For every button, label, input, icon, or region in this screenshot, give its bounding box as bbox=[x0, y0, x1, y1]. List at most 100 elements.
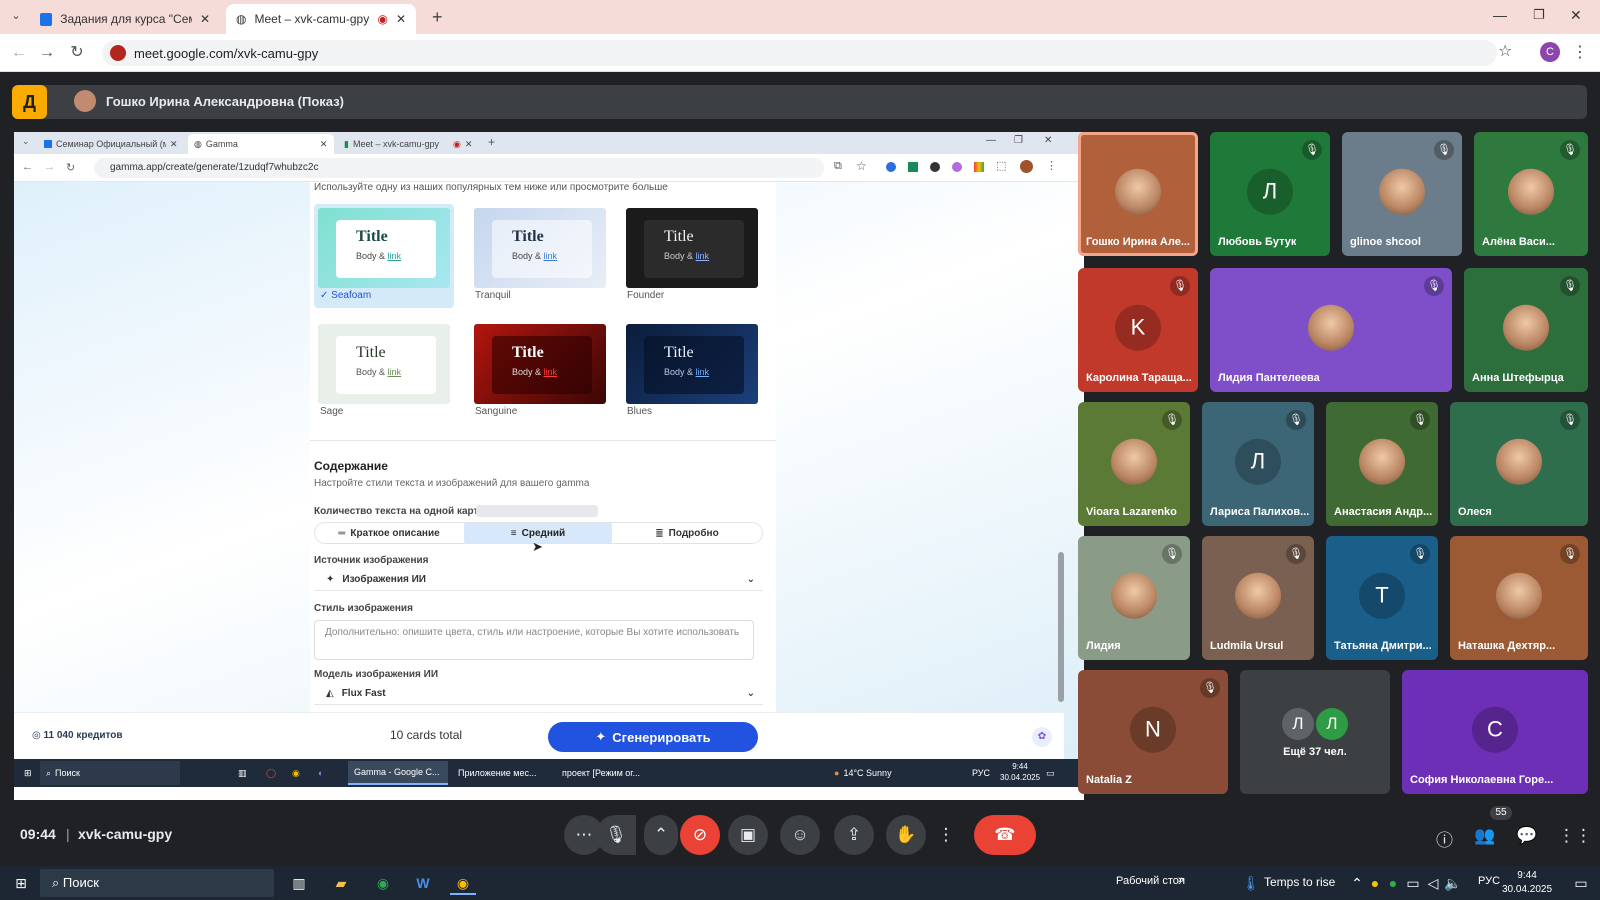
close-icon[interactable]: ✕ bbox=[200, 12, 210, 26]
theme-sage[interactable]: Title Body & link bbox=[318, 324, 450, 404]
participant-tile[interactable]: Алёна Васи... 🎙 bbox=[1474, 132, 1588, 256]
participant-name: Ludmila Ursul bbox=[1210, 640, 1284, 652]
participant-tile[interactable]: Vioara Lazarenko 🎙 bbox=[1078, 402, 1190, 526]
activities-icon[interactable]: ⋮⋮ bbox=[1558, 826, 1592, 846]
tab-list-icon[interactable]: ⌄ bbox=[8, 9, 24, 25]
cards-total: 10 cards total bbox=[390, 728, 463, 742]
image-style-textarea[interactable]: Дополнительно: опишите цвета, стиль или … bbox=[314, 620, 754, 660]
taskbar-item-app: Приложение мес... bbox=[452, 761, 552, 785]
theme-card-link: link bbox=[695, 251, 710, 261]
task-view-icon[interactable]: ▥ bbox=[286, 871, 312, 895]
windows-start-icon[interactable]: ⊞ bbox=[8, 871, 34, 895]
weather-text[interactable]: Temps to rise bbox=[1264, 875, 1335, 889]
chrome-active-icon[interactable]: ◉ bbox=[450, 871, 476, 895]
menu-dots-icon: ⋮ bbox=[1046, 160, 1057, 172]
tab-label: Задания для курса "Семинар bbox=[60, 12, 192, 26]
url-input[interactable]: meet.google.com/xvk-camu-gpy bbox=[102, 40, 1497, 66]
notifications-icon: ▭ bbox=[1046, 767, 1055, 778]
bookmark-star-icon[interactable]: ☆ bbox=[1498, 41, 1512, 61]
tab-assignments[interactable]: Задания для курса "Семинар ✕ bbox=[30, 4, 220, 34]
participant-tile[interactable]: T Татьяна Дмитри... 🎙 bbox=[1326, 536, 1438, 660]
participant-tile[interactable]: Анастасия Андр... 🎙 bbox=[1326, 402, 1438, 526]
mic-in-use-icon[interactable] bbox=[110, 45, 126, 61]
participant-tile[interactable]: K Каролина Тараща... 🎙 bbox=[1078, 268, 1198, 392]
forward-icon[interactable]: → bbox=[36, 42, 58, 64]
people-icon[interactable]: 👥 bbox=[1474, 826, 1495, 846]
globe-icon: ◍ bbox=[194, 138, 202, 149]
participant-name: Natalia Z bbox=[1086, 774, 1132, 786]
participant-tile[interactable]: Л Лариса Палихов... 🎙 bbox=[1202, 402, 1314, 526]
leave-call-icon[interactable]: ☎ bbox=[974, 815, 1036, 855]
generate-button[interactable]: ✦ Сгенерировать bbox=[548, 722, 758, 752]
minimize-icon[interactable]: — bbox=[1493, 7, 1507, 23]
reload-icon[interactable]: ↻ bbox=[66, 42, 88, 64]
captions-icon[interactable]: ▣ bbox=[728, 815, 768, 855]
camera-off-icon[interactable]: ⊘ bbox=[680, 815, 720, 855]
participant-tile[interactable]: Лидия Пантелеева 🎙 bbox=[1210, 268, 1452, 392]
system-clock[interactable]: 9:44 30.04.2025 bbox=[1502, 869, 1552, 897]
avatar bbox=[1359, 438, 1405, 485]
more-vert-icon[interactable]: ⋮ bbox=[936, 815, 956, 855]
shared-url: gamma.app/create/generate/1zudqf7whubzc2… bbox=[94, 158, 824, 178]
close-icon[interactable]: ✕ bbox=[396, 12, 406, 26]
image-source-dropdown[interactable]: ✦ Изображения ИИ ⌄ bbox=[314, 569, 763, 591]
new-tab-icon[interactable]: + bbox=[432, 7, 443, 28]
lang-indicator[interactable]: РУС bbox=[1478, 875, 1500, 887]
shared-url-text: gamma.app/create/generate/1zudqf7whubzc2… bbox=[110, 162, 319, 173]
emoji-icon[interactable]: ☺ bbox=[780, 815, 820, 855]
help-icon[interactable]: ✿ bbox=[1032, 727, 1052, 747]
back-icon: ← bbox=[22, 161, 33, 173]
participant-name: Vioara Lazarenko bbox=[1086, 506, 1177, 518]
window-close-icon[interactable]: ✕ bbox=[1570, 7, 1582, 24]
toolbar-chevron-icon[interactable]: » bbox=[1168, 868, 1194, 892]
content-section-subtitle: Настройте стили текста и изображений для… bbox=[314, 478, 590, 489]
participant-tile[interactable]: N Natalia Z 🎙 bbox=[1078, 670, 1228, 794]
theme-seafoam[interactable]: Title Body & link bbox=[318, 208, 450, 288]
present-icon[interactable]: ⇪ bbox=[834, 815, 874, 855]
page-scrollbar[interactable] bbox=[1058, 552, 1064, 702]
model-value: Flux Fast bbox=[341, 688, 386, 699]
theme-founder[interactable]: Title Body & link bbox=[626, 208, 758, 288]
theme-tranquil[interactable]: Title Body & link bbox=[474, 208, 606, 288]
raise-hand-icon[interactable]: ✋ bbox=[886, 815, 926, 855]
info-icon[interactable]: ⓘ bbox=[1436, 826, 1453, 851]
profile-avatar[interactable]: C bbox=[1540, 42, 1560, 62]
option-brief[interactable]: ═ Краткое описание bbox=[316, 523, 462, 543]
chat-icon[interactable]: 💬 bbox=[1516, 826, 1537, 846]
shared-tab-seminar: Семинар Официальный (мол... ✕ bbox=[38, 134, 184, 154]
chevron-up-icon[interactable]: ⌃ bbox=[644, 815, 678, 855]
mic-off-icon: 🎙 bbox=[1170, 276, 1190, 296]
theme-blues[interactable]: Title Body & link bbox=[626, 324, 758, 404]
option-detailed[interactable]: ≣ Подробно bbox=[614, 523, 760, 543]
theme-sanguine[interactable]: Title Body & link bbox=[474, 324, 606, 404]
participant-tile[interactable]: Наташка Дехтяр... 🎙 bbox=[1450, 536, 1588, 660]
mic-icon[interactable]: 🎙 bbox=[596, 815, 636, 855]
tab-meet[interactable]: ◍ Meet – xvk-camu-gpy ◉ ✕ bbox=[226, 4, 416, 34]
participant-tile[interactable]: Гошко Ирина Але... bbox=[1078, 132, 1198, 256]
theme-card-title: Title bbox=[664, 344, 694, 361]
restore-icon[interactable]: ❐ bbox=[1533, 7, 1545, 23]
participant-tile[interactable]: Олеся 🎙 bbox=[1450, 402, 1588, 526]
file-explorer-icon[interactable]: ▰ bbox=[328, 871, 354, 895]
participant-tile[interactable]: Лидия 🎙 bbox=[1078, 536, 1190, 660]
recording-icon: ◉ bbox=[452, 138, 461, 149]
participant-tile[interactable]: Л Л Ещё 37 чел. bbox=[1240, 670, 1390, 794]
participant-tile[interactable]: Л Любовь Бутук 🎙 bbox=[1210, 132, 1330, 256]
extension-icon bbox=[930, 162, 940, 172]
participant-tile[interactable]: Анна Штефырца 🎙 bbox=[1464, 268, 1588, 392]
notifications-icon[interactable]: ▭ bbox=[1568, 871, 1594, 895]
mic-off-icon: 🎙 bbox=[1162, 410, 1182, 430]
participant-tile[interactable]: glinoe shcool 🎙 bbox=[1342, 132, 1462, 256]
speaker-icon[interactable]: 🔈 bbox=[1440, 871, 1466, 895]
chrome-icon[interactable]: ◉ bbox=[370, 871, 396, 895]
menu-dots-icon[interactable]: ⋮ bbox=[1572, 42, 1588, 62]
viber-icon: ◐ bbox=[318, 768, 324, 778]
back-icon[interactable]: ← bbox=[8, 42, 30, 64]
taskbar-search[interactable]: ⌕ Поиск bbox=[40, 869, 274, 897]
model-dropdown[interactable]: ◭ Flux Fast ⌄ bbox=[314, 683, 763, 705]
participant-tile[interactable]: Ludmila Ursul 🎙 bbox=[1202, 536, 1314, 660]
participant-tile[interactable]: C София Николаевна Горе... bbox=[1402, 670, 1588, 794]
theme-card-body: Body & bbox=[664, 367, 694, 377]
sparkle-icon: ✦ bbox=[595, 729, 607, 744]
word-icon[interactable]: W bbox=[410, 871, 436, 895]
